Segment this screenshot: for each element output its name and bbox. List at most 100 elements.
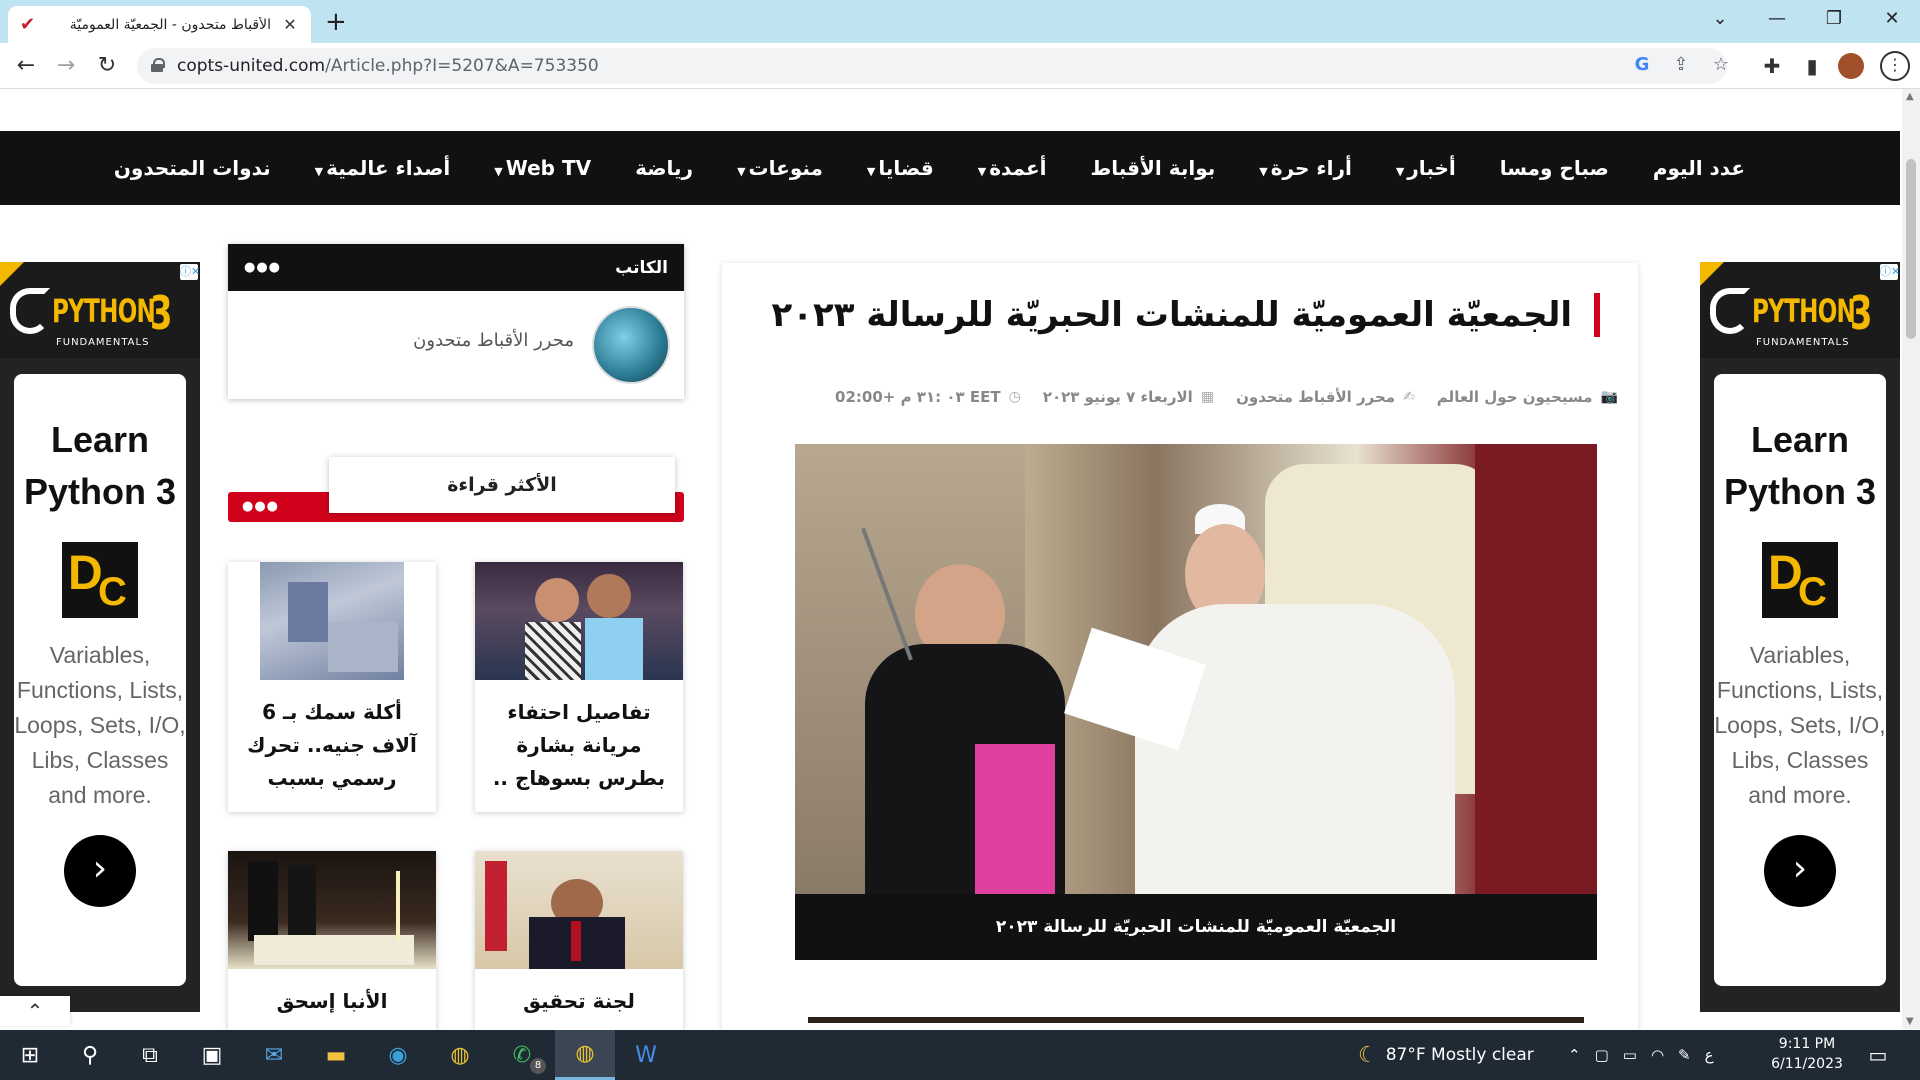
bookmark-star-icon[interactable]: ☆ <box>1709 54 1733 75</box>
notifications-icon[interactable]: ▭ <box>1848 1030 1908 1080</box>
ad-brand: PYTHON <box>1752 292 1856 330</box>
battery-icon[interactable]: ▭ <box>1623 1046 1637 1064</box>
nav-item[interactable]: Web TV▼ <box>494 156 591 180</box>
meta-category[interactable]: 📷 مسيحيون حول العالم <box>1437 388 1618 406</box>
ad-card[interactable]: Learn Python 3 D C Variables, Functions, … <box>1714 374 1886 986</box>
reload-icon[interactable]: ↻ <box>93 52 121 80</box>
scroll-thumb[interactable] <box>1906 159 1916 339</box>
ad-choices-icon[interactable]: ⓘ✕ <box>180 264 200 280</box>
meta-author[interactable]: ✍ محرر الأقباط متحدون <box>1236 388 1415 406</box>
nav-item[interactable]: بوابة الأقباط <box>1090 156 1215 180</box>
share-icon[interactable]: ⇪ <box>1669 54 1693 75</box>
ad-title: Learn Python 3 <box>23 419 176 512</box>
taskbar-clock[interactable]: 9:11 PM 6/11/2023 <box>1752 1034 1862 1074</box>
file-explorer-icon[interactable]: ▬ <box>306 1030 366 1080</box>
nav-item[interactable]: قضايا▼ <box>867 156 934 180</box>
maximize-icon[interactable]: ❐ <box>1822 8 1846 29</box>
nav-item[interactable]: منوعات▼ <box>737 156 823 180</box>
weather-widget[interactable]: ☾ 87°F Mostly clear <box>1358 1030 1534 1080</box>
mail-icon[interactable]: ✉ <box>244 1030 304 1080</box>
forward-icon[interactable]: → <box>52 52 80 80</box>
wifi-icon[interactable]: ◠ <box>1651 1046 1664 1064</box>
writer-name[interactable]: محرر الأقباط متحدون <box>413 330 574 351</box>
dropdown-caret-icon: ▼ <box>494 165 503 178</box>
dropdown-caret-icon: ▼ <box>866 165 876 178</box>
nav-item[interactable]: عدد اليوم <box>1653 156 1745 180</box>
article-photo[interactable] <box>795 444 1597 894</box>
show-hidden-icon[interactable]: ⌃ <box>1568 1046 1581 1064</box>
nav-item-label: أراء حرة <box>1270 156 1352 180</box>
extensions-icon[interactable]: ✚ <box>1759 54 1785 78</box>
most-read-card[interactable]: لجنة تحقيق <box>475 851 683 1031</box>
writer-avatar[interactable] <box>592 306 670 384</box>
dots-icon: ●●● <box>244 260 282 275</box>
nav-item[interactable]: أخبار▼ <box>1396 156 1456 180</box>
url-text[interactable]: copts-united.com/Article.php?I=5207&A=75… <box>177 56 599 76</box>
ad-next-button[interactable]: › <box>1764 835 1836 907</box>
writer-box: الكاتب ●●● محرر الأقباط متحدون <box>228 244 684 399</box>
nav-item[interactable]: أراء حرة▼ <box>1259 156 1352 180</box>
tray-icons[interactable]: ⌃ ▢ ▭ ◠ ✎ ع <box>1568 1030 1714 1080</box>
most-read-card[interactable]: تفاصيل احتفاء مريانة بشارة بطرس بسوهاج .… <box>475 562 683 812</box>
nav-item-label: أخبار <box>1407 156 1456 180</box>
nav-item-label: منوعات <box>748 156 823 180</box>
card-title: الأنبا إسحق <box>276 989 388 1013</box>
card-image <box>228 851 436 969</box>
ad-card[interactable]: Learn Python 3 D C Variables, Functions, … <box>14 374 186 986</box>
browser-menu-icon[interactable]: ⋮ <box>1880 51 1910 81</box>
python-ad-right[interactable]: PYTHON 3 FUNDAMENTALS ⓘ✕ Learn Python 3 D… <box>1700 262 1900 1012</box>
nav-item[interactable]: أصداء عالمية▼ <box>315 156 451 180</box>
browser-tab[interactable]: ✔ الأقباط متحدون - الجمعيّة العموميّة ✕ <box>8 6 311 43</box>
word-icon[interactable]: W <box>616 1030 676 1080</box>
scroll-down-icon[interactable]: ▼ <box>1906 1016 1914 1027</box>
tab-close-icon[interactable]: ✕ <box>281 15 299 34</box>
dropdown-caret-icon: ▼ <box>1395 165 1405 178</box>
side-panel-icon[interactable]: ▮ <box>1799 54 1825 78</box>
nav-item[interactable]: ندوات المتحدون <box>114 156 271 180</box>
dropdown-caret-icon: ▼ <box>314 165 324 178</box>
windows-start-icon[interactable]: ⊞ <box>0 1030 60 1080</box>
meta-date: ▦ الاربعاء ٧ يونيو ٢٠٢٣ <box>1042 388 1215 406</box>
nav-item[interactable]: صباح ومسا <box>1500 156 1609 180</box>
card-title: أكلة سمك بـ 6 آلاف جنيه.. تحرك رسمي بسبب <box>247 700 417 790</box>
task-view-icon[interactable]: ⧉ <box>120 1030 180 1080</box>
ad-choices-icon[interactable]: ⓘ✕ <box>1880 264 1900 280</box>
nav-item-label: أعمدة <box>989 156 1047 180</box>
nav-item-label: أصداء عالمية <box>326 156 451 180</box>
profile-avatar[interactable] <box>1838 53 1864 79</box>
nav-item-label: قضايا <box>878 156 934 180</box>
ad-header: PYTHON 3 FUNDAMENTALS <box>0 262 200 358</box>
search-icon[interactable]: ⚲ <box>60 1030 120 1080</box>
python-ad-left[interactable]: PYTHON 3 FUNDAMENTALS ⓘ✕ Learn Python 3 D… <box>0 262 200 1012</box>
pen-icon[interactable]: ✎ <box>1678 1046 1691 1064</box>
ad-next-button[interactable]: › <box>64 835 136 907</box>
nav-item[interactable]: أعمدة▼ <box>978 156 1047 180</box>
calendar-icon: ▦ <box>1200 389 1215 405</box>
chrome-icon[interactable]: ◍ <box>430 1030 490 1080</box>
page-scrollbar[interactable]: ▲ ▼ <box>1902 89 1920 1029</box>
google-lens-icon[interactable]: G <box>1630 54 1654 75</box>
edge-icon[interactable]: ◉ <box>368 1030 428 1080</box>
nav-item-label: Web TV <box>505 156 592 180</box>
tab-search-icon[interactable]: ⌄ <box>1708 8 1732 29</box>
whatsapp-icon[interactable]: ✆ 8 <box>492 1030 552 1080</box>
back-icon[interactable]: ← <box>12 52 40 80</box>
input-language[interactable]: ع <box>1705 1046 1714 1064</box>
ad-body: Variables, Functions, Lists, Loops, Sets… <box>14 642 186 808</box>
scroll-to-top-button[interactable]: ⌃ <box>0 996 70 1026</box>
chrome-active-icon[interactable]: ◍ <box>555 1030 615 1080</box>
new-tab-icon[interactable]: + <box>325 7 347 37</box>
scroll-up-icon[interactable]: ▲ <box>1906 91 1914 102</box>
minimize-icon[interactable]: — <box>1765 8 1789 29</box>
weather-text: 87°F Mostly clear <box>1385 1045 1534 1065</box>
nav-item[interactable]: رياضة <box>635 156 693 180</box>
most-read-card[interactable]: الأنبا إسحق <box>228 851 436 1031</box>
dropdown-caret-icon: ▼ <box>977 165 987 178</box>
browser-tab-strip: ✔ الأقباط متحدون - الجمعيّة العموميّة ✕ … <box>0 0 1920 43</box>
most-read-card[interactable]: أكلة سمك بـ 6 آلاف جنيه.. تحرك رسمي بسبب <box>228 562 436 812</box>
lock-icon[interactable] <box>151 58 165 72</box>
close-window-icon[interactable]: ✕ <box>1880 8 1904 29</box>
address-bar[interactable]: copts-united.com/Article.php?I=5207&A=75… <box>137 48 1729 84</box>
app-icon[interactable]: ▣ <box>182 1030 242 1080</box>
meet-icon[interactable]: ▢ <box>1595 1046 1609 1064</box>
